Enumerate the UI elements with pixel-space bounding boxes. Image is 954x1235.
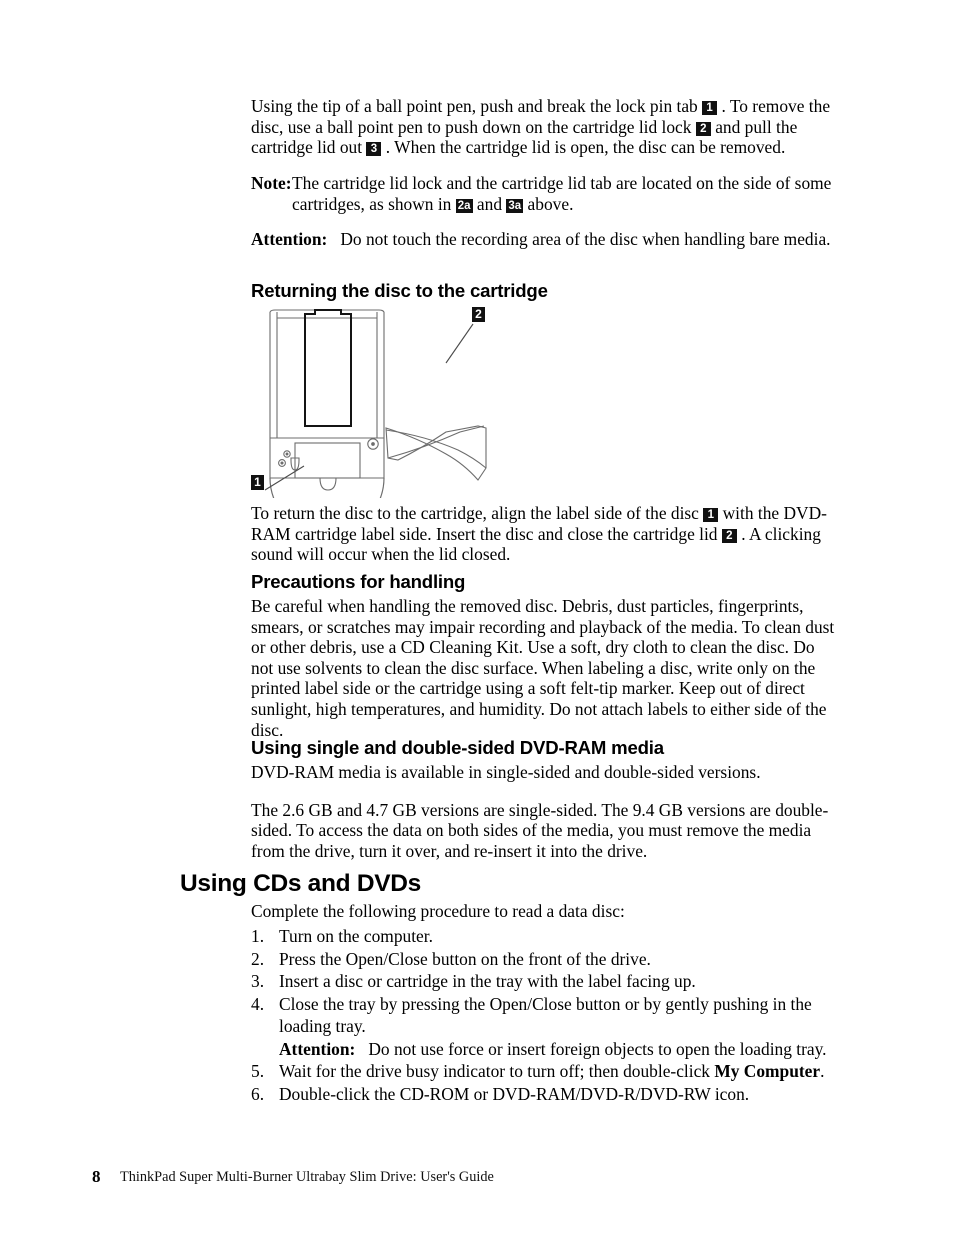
- intro-text-d: . When the cartridge lid is open, the di…: [385, 137, 786, 158]
- attention-label: Attention:: [251, 229, 328, 249]
- step-text: Close the tray by pressing the Open/Clos…: [279, 993, 812, 1037]
- figure-callout-2: 2: [472, 307, 485, 322]
- step-number: 6.: [251, 1083, 265, 1104]
- step-number: 5.: [251, 1061, 265, 1081]
- callout-badge-disc-1: 1: [703, 508, 719, 522]
- step-text: Turn on the computer.: [279, 926, 433, 946]
- step-number: 1.: [251, 926, 265, 946]
- heading-using-single-and-double-sided-media: Using single and double-sided DVD-RAM me…: [251, 737, 664, 758]
- heading-returning-the-disc: Returning the disc to the cartridge: [251, 280, 548, 301]
- intro-paragraph: Using the tip of a ball point pen, push …: [251, 96, 841, 158]
- step-5-emphasis: My Computer: [714, 1061, 821, 1081]
- list-item-step-2: 2. Press the Open/Close button on the fr…: [251, 948, 841, 971]
- list-item-step-5: 5. Wait for the drive busy indicator to …: [251, 1060, 841, 1083]
- step-5-tail: .: [820, 1061, 825, 1081]
- returning-heading-block: Returning the disc to the cartridge: [251, 280, 841, 302]
- media-section-block: Using single and double-sided DVD-RAM me…: [251, 737, 841, 861]
- note-paragraph: Note: The cartridge lid lock and the cart…: [251, 173, 841, 214]
- leader-line-lid: [445, 323, 474, 364]
- note-text-c: above.: [527, 193, 574, 214]
- step-number: 3.: [251, 971, 265, 991]
- step-text: Press the Open/Close button on the front…: [279, 948, 651, 969]
- callout-badge-lid-2: 2: [721, 528, 737, 543]
- figure-dvd-ram-cartridge: 1 2: [246, 307, 546, 498]
- note-text-b: and: [476, 193, 503, 214]
- list-item-step-3: 3. Insert a disc or cartridge in the tra…: [251, 970, 841, 993]
- intro-text-a: Using the tip of a ball point pen, push …: [251, 96, 698, 116]
- step-4-attention: Attention: Do not use force or insert fo…: [279, 1038, 841, 1061]
- page-number: 8: [92, 1167, 101, 1186]
- using-intro-block: Complete the following procedure to read…: [251, 901, 841, 922]
- heading-precautions-for-handling: Precautions for handling: [251, 571, 466, 592]
- attention-block: Attention: Do not touch the recording ar…: [251, 229, 841, 250]
- attention-text: Do not use force or insert foreign objec…: [368, 1038, 827, 1059]
- returning-paragraph: To return the disc to the cartridge, ali…: [251, 503, 841, 565]
- heading-using-cds-and-dvds: Using CDs and DVDs: [180, 870, 421, 897]
- note-label: Note:: [251, 173, 292, 193]
- media-paragraph-1: DVD-RAM media is available in single-sid…: [251, 762, 761, 782]
- intro-paragraph-block: Using the tip of a ball point pen, push …: [251, 96, 841, 158]
- attention-text: Do not touch the recording area of the d…: [340, 229, 831, 249]
- returning-paragraph-block: To return the disc to the cartridge, ali…: [251, 503, 841, 565]
- media-paragraph-2: The 2.6 GB and 4.7 GB versions are singl…: [251, 799, 829, 861]
- callout-badge-2a: 2a: [455, 198, 473, 213]
- step-text: Insert a disc or cartridge in the tray w…: [279, 971, 696, 991]
- returning-text-a: To return the disc to the cartridge, ali…: [251, 503, 699, 523]
- step-number: 2.: [251, 948, 265, 969]
- list-item-step-4: 4. Close the tray by pressing the Open/C…: [251, 993, 841, 1061]
- list-item-step-1: 1. Turn on the computer.: [251, 925, 841, 948]
- procedure-step-list: 1. Turn on the computer. 2. Press the Op…: [251, 925, 841, 1105]
- note-block: Note: The cartridge lid lock and the cart…: [251, 173, 841, 214]
- using-intro-paragraph: Complete the following procedure to read…: [251, 901, 625, 921]
- figure-callout-1: 1: [251, 475, 264, 490]
- step-number: 4.: [251, 993, 265, 1014]
- attention-label: Attention:: [279, 1038, 356, 1059]
- document-page: Using the tip of a ball point pen, push …: [0, 0, 954, 1235]
- callout-badge-3a: 3a: [506, 198, 524, 213]
- footer-document-title: ThinkPad Super Multi-Burner Ultrabay Sli…: [120, 1169, 494, 1185]
- callout-badge-2: 2: [695, 121, 711, 136]
- step-text: Wait for the drive busy indicator to tur…: [279, 1061, 715, 1081]
- list-item-step-6: 6. Double-click the CD-ROM or DVD-RAM/DV…: [251, 1083, 841, 1106]
- page-footer: 8 ThinkPad Super Multi-Burner Ultrabay S…: [92, 1167, 852, 1187]
- callout-badge-3: 3: [366, 142, 382, 157]
- leader-line-disc: [264, 465, 305, 491]
- precautions-block: Precautions for handling Be careful when…: [251, 571, 841, 740]
- precautions-paragraph: Be careful when handling the removed dis…: [251, 596, 835, 740]
- callout-badge-1: 1: [702, 101, 718, 115]
- step-text: Double-click the CD-ROM or DVD-RAM/DVD-R…: [279, 1083, 750, 1104]
- attention-paragraph: Attention: Do not touch the recording ar…: [251, 229, 841, 250]
